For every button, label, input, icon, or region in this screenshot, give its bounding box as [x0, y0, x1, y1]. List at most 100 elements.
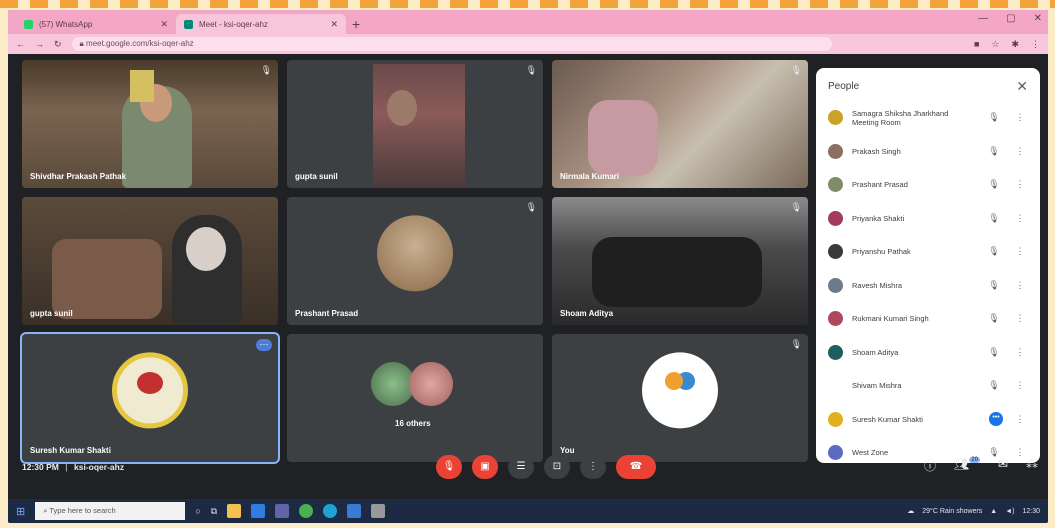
avatar	[828, 378, 843, 394]
participant-name: Prashant Prasad	[852, 180, 908, 190]
avatar	[828, 143, 843, 159]
more-options-icon[interactable]: ⋮	[1012, 146, 1028, 157]
participant-tile[interactable]: Prashant Prasad 🎙︎	[287, 197, 543, 325]
network-icon[interactable]: ▲	[990, 508, 997, 515]
taskbar-search-input[interactable]: ⌕ Type here to search	[35, 502, 186, 520]
hang-up-button[interactable]: ☎︎	[616, 455, 656, 479]
chat-icon[interactable]: ✉︎	[998, 457, 1008, 474]
participant-row[interactable]: Priyanshu Pathak 🎙︎ ⋮	[828, 235, 1028, 269]
mic-toggle-button[interactable]: 🎙︎	[436, 455, 462, 479]
participant-figure	[387, 90, 417, 126]
windows-start-icon[interactable]: ⊞	[16, 505, 25, 518]
avatar	[828, 244, 843, 260]
extensions-icon[interactable]: ✱	[1011, 39, 1019, 50]
more-options-icon[interactable]: ⋮	[1012, 112, 1028, 123]
people-title: People	[828, 81, 860, 92]
volume-icon[interactable]: ◄)	[1005, 508, 1014, 515]
participant-row[interactable]: Shoam Aditya 🎙︎ ⋮	[828, 336, 1028, 370]
back-icon[interactable]: ←	[16, 39, 25, 49]
camera-icon[interactable]: ■	[974, 39, 979, 50]
more-options-icon[interactable]: ⋮	[1012, 213, 1028, 224]
call-controls: 🎙︎ ▣ ☰ ⊡ ⋮ ☎︎	[436, 455, 656, 479]
cortana-icon[interactable]: ○	[195, 506, 200, 516]
reload-icon[interactable]: ↻	[54, 39, 62, 50]
file-explorer-icon[interactable]	[227, 504, 242, 518]
search-icon: ⌕	[43, 506, 48, 515]
browser-window: (57) WhatsApp ✕ Meet - ksi-oqer-ahz ✕ + …	[8, 10, 1048, 523]
forward-icon[interactable]: →	[35, 39, 44, 49]
minimize-icon[interactable]: —	[978, 13, 988, 24]
photos-icon[interactable]	[371, 504, 386, 518]
people-count-badge: 20	[969, 457, 980, 463]
captions-button[interactable]: ☰	[508, 455, 534, 479]
more-options-icon[interactable]: ⋮	[1012, 179, 1028, 190]
windows-taskbar: ⊞ ⌕ Type here to search ○ ⧉ ☁ 29°C Rain …	[8, 499, 1048, 523]
meeting-controls: 12:30 PM | ksi-oqer-ahz 🎙︎ ▣ ☰ ⊡ ⋮ ☎︎ ⓘ …	[8, 449, 1048, 485]
separator: |	[65, 462, 68, 472]
chrome-icon[interactable]	[299, 504, 314, 518]
participant-row[interactable]: Ravesh Mishra 🎙︎ ⋮	[828, 269, 1028, 303]
background-people	[52, 239, 162, 319]
participant-name: Shoam Aditya	[852, 347, 899, 357]
close-window-icon[interactable]: ✕	[1034, 13, 1042, 24]
participant-tile[interactable]: Shoam Aditya 🎙︎	[552, 197, 808, 325]
participant-row[interactable]: Shivam Mishra 🎙︎ ⋮	[828, 369, 1028, 403]
more-options-icon[interactable]: ⋮	[1012, 313, 1028, 324]
participant-name: Ravesh Mishra	[852, 280, 903, 290]
participant-row[interactable]: Samagra Shiksha Jharkhand Meeting Room 🎙︎…	[828, 101, 1028, 135]
people-button[interactable]: 👥︎ 20	[954, 457, 980, 474]
participant-tile[interactable]: ⋯ Suresh Kumar Shakti	[20, 332, 280, 464]
weather-text: 29°C Rain showers	[922, 507, 983, 515]
url-input[interactable]: 🔒︎ meet.google.com/ksi-oqer-ahz	[71, 37, 832, 51]
participant-row[interactable]: Prakash Singh 🎙︎ ⋮	[828, 135, 1028, 169]
meeting-info: 12:30 PM | ksi-oqer-ahz	[22, 462, 124, 472]
emblem-icon	[137, 372, 163, 394]
avatar	[828, 344, 843, 360]
more-options-icon[interactable]: ⋮	[1012, 414, 1028, 425]
participant-tile[interactable]: gupta sunil	[22, 197, 278, 325]
address-bar-actions: ■ ☆ ✱ ⋮	[974, 39, 1040, 50]
participant-tile[interactable]: Shivdhar Prakash Pathak 🎙︎	[22, 60, 278, 188]
close-tab-icon[interactable]: ✕	[160, 19, 168, 30]
participant-tile[interactable]: Nirmala Kumari 🎙︎	[552, 60, 808, 188]
participant-name: Priyanka Shakti	[852, 213, 905, 223]
more-options-button[interactable]: ⋮	[580, 455, 606, 479]
star-icon[interactable]: ☆	[991, 39, 999, 50]
close-tab-icon[interactable]: ✕	[330, 19, 338, 30]
task-view-icon[interactable]: ⧉	[211, 506, 217, 517]
tab-meet[interactable]: Meet - ksi-oqer-ahz ✕	[176, 14, 346, 34]
participant-tile[interactable]: gupta sunil 🎙︎	[287, 60, 543, 188]
more-options-button[interactable]: ⋯	[256, 339, 272, 351]
participant-row[interactable]: Rukmani Kumari Singh 🎙︎ ⋮	[828, 302, 1028, 336]
activities-icon[interactable]: ⁂	[1026, 457, 1038, 474]
mic-off-icon: 🎙︎	[988, 145, 1000, 156]
more-options-icon[interactable]: ⋮	[1012, 280, 1028, 291]
present-button[interactable]: ⊡	[544, 455, 570, 479]
mail-icon[interactable]	[251, 504, 266, 518]
more-options-icon[interactable]: ⋮	[1012, 380, 1028, 391]
mic-off-icon: 🎙︎	[988, 313, 1000, 324]
more-options-icon[interactable]: ⋮	[1012, 246, 1028, 257]
participant-list: Samagra Shiksha Jharkhand Meeting Room 🎙︎…	[828, 101, 1028, 470]
avatar	[377, 215, 453, 292]
store-icon[interactable]	[347, 504, 362, 518]
pinned-icon[interactable]: •••	[989, 412, 1003, 427]
close-icon[interactable]: ✕	[1016, 78, 1028, 95]
camera-toggle-button[interactable]: ▣	[472, 455, 498, 479]
edge-icon[interactable]	[323, 504, 338, 518]
participant-row[interactable]: Suresh Kumar Shakti ••• ⋮	[828, 403, 1028, 437]
teams-icon[interactable]	[275, 504, 290, 518]
participant-row[interactable]: Priyanka Shakti 🎙︎ ⋮	[828, 202, 1028, 236]
participant-tile[interactable]: You 🎙︎	[552, 334, 808, 462]
menu-icon[interactable]: ⋮	[1031, 39, 1040, 50]
info-icon[interactable]: ⓘ	[924, 457, 936, 474]
tab-whatsapp[interactable]: (57) WhatsApp ✕	[16, 14, 176, 34]
participant-tile[interactable]: 16 others	[287, 334, 543, 462]
more-options-icon[interactable]: ⋮	[1012, 347, 1028, 358]
plus-icon[interactable]: +	[346, 16, 366, 34]
mic-off-icon: 🎙︎	[525, 202, 537, 212]
maximize-icon[interactable]: ▢	[1006, 13, 1015, 24]
search-placeholder: Type here to search	[49, 506, 116, 515]
clock-text[interactable]: 12:30	[1022, 508, 1040, 515]
participant-row[interactable]: Prashant Prasad 🎙︎ ⋮	[828, 168, 1028, 202]
